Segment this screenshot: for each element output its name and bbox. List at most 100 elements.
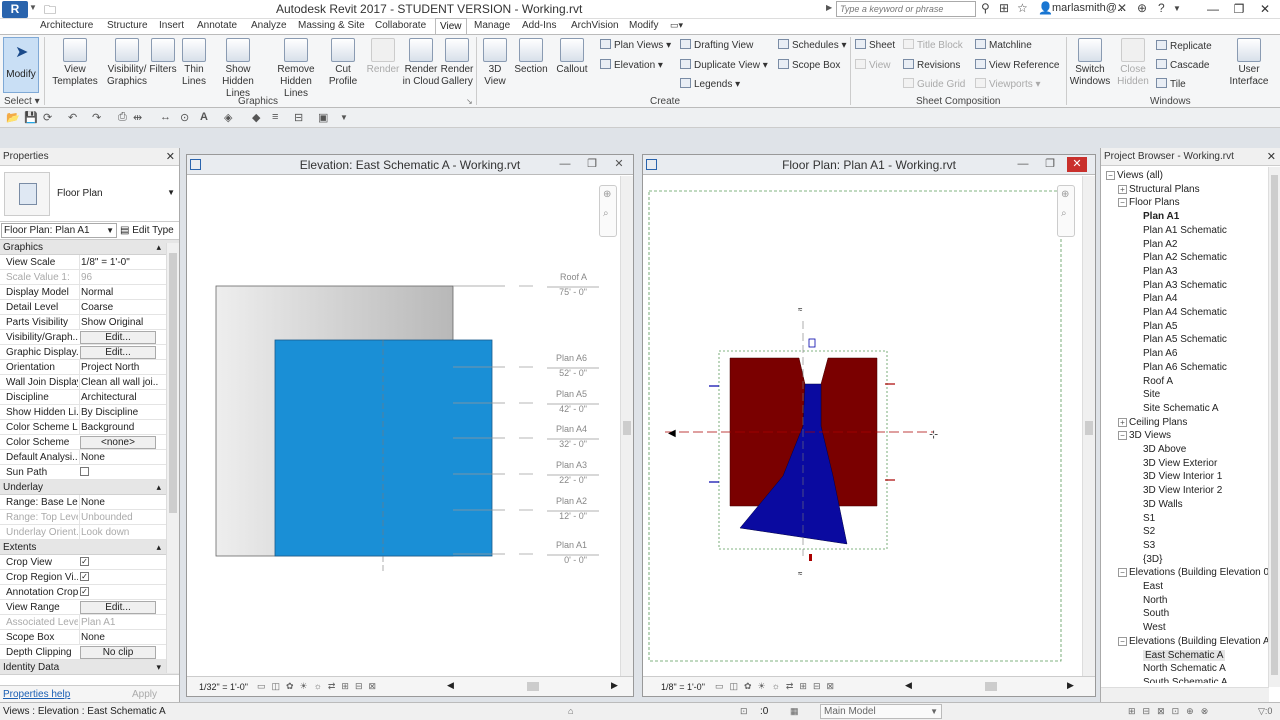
navigation-bar[interactable]: ⊕ ⌕ bbox=[1057, 185, 1075, 237]
collapse-icon[interactable]: ▾ bbox=[156, 660, 161, 675]
save-icon[interactable]: 💾 bbox=[24, 111, 38, 124]
browser-item[interactable]: Plan A1 Schematic bbox=[1143, 225, 1227, 236]
collapse-icon[interactable]: − bbox=[1118, 568, 1127, 578]
browser-item[interactable]: Plan A6 bbox=[1143, 348, 1177, 359]
tab-collaborate[interactable]: Collaborate bbox=[375, 20, 426, 31]
zoom-icon[interactable]: ⌕ bbox=[603, 208, 609, 219]
cut-profile-button[interactable]: Cut Profile bbox=[326, 38, 360, 88]
property-edit-button[interactable]: Edit... bbox=[80, 331, 156, 344]
browser-item[interactable]: − Floor Plans bbox=[1118, 197, 1180, 208]
default-3d-icon[interactable]: ◈ bbox=[224, 111, 232, 124]
remove-hidden-lines-button[interactable]: Remove Hidden Lines bbox=[268, 38, 324, 100]
property-edit-button[interactable]: Edit... bbox=[80, 346, 156, 359]
browser-item[interactable]: North Schematic A bbox=[1143, 663, 1226, 674]
browser-item[interactable]: Plan A5 Schematic bbox=[1143, 334, 1227, 345]
browser-item[interactable]: {3D} bbox=[1143, 554, 1162, 565]
browser-item[interactable]: Plan A2 Schematic bbox=[1143, 252, 1227, 263]
chevron-down-icon[interactable]: ▼ bbox=[29, 3, 37, 12]
plan-views-button[interactable]: Plan Views ▾ bbox=[600, 39, 671, 51]
scroll-right-icon[interactable]: ▶ bbox=[1067, 680, 1074, 691]
nav-wheel-icon[interactable]: ⊕ bbox=[603, 189, 611, 200]
minimize-button[interactable]: — bbox=[1200, 0, 1226, 18]
app-menu-button[interactable]: R bbox=[2, 1, 28, 18]
chevron-down-icon[interactable]: ▼ bbox=[167, 188, 175, 197]
tab-add-ins[interactable]: Add-Ins bbox=[522, 20, 556, 31]
tile-button[interactable]: Tile bbox=[1156, 78, 1186, 90]
navigation-bar[interactable]: ⊕ ⌕ bbox=[599, 185, 617, 237]
tab-modify[interactable]: Modify bbox=[629, 20, 658, 31]
property-value[interactable]: Normal bbox=[79, 285, 158, 299]
tab-view[interactable]: View bbox=[435, 18, 467, 34]
property-row[interactable]: Discipline Architectural bbox=[0, 390, 179, 405]
browser-item[interactable]: − Elevations (Building Elevation A bbox=[1118, 636, 1269, 647]
browser-item[interactable]: East Schematic A bbox=[1143, 649, 1226, 661]
property-value[interactable]: Plan A1 bbox=[79, 615, 158, 629]
property-value[interactable]: 1/8" = 1'-0" bbox=[79, 255, 158, 269]
scrollbar[interactable] bbox=[166, 243, 179, 673]
panel-launcher-icon[interactable]: ↘ bbox=[466, 97, 473, 106]
browser-item[interactable]: − Views (all) bbox=[1106, 170, 1163, 181]
tab-structure[interactable]: Structure bbox=[107, 20, 148, 31]
thin-lines-icon[interactable]: ≡ bbox=[272, 111, 278, 123]
scrollbar-thumb[interactable] bbox=[623, 421, 631, 435]
browser-item[interactable]: Plan A3 bbox=[1143, 266, 1177, 277]
browser-item[interactable]: Plan A1 bbox=[1143, 211, 1179, 222]
customize-icon[interactable]: ▼ bbox=[340, 113, 348, 122]
property-row[interactable]: Scope Box None bbox=[0, 630, 179, 645]
browser-item[interactable]: East bbox=[1143, 581, 1163, 592]
view-scale[interactable]: 1/32" = 1'-0" bbox=[199, 682, 248, 692]
sheet-button[interactable]: Sheet bbox=[855, 39, 895, 51]
property-row[interactable]: Wall Join Display Clean all wall joi... bbox=[0, 375, 179, 390]
scrollbar-thumb[interactable] bbox=[527, 682, 539, 691]
binoculars-icon[interactable]: ⚲ bbox=[981, 1, 990, 15]
nav-wheel-icon[interactable]: ⊕ bbox=[1061, 189, 1069, 200]
property-section[interactable]: Underlay ▴ bbox=[0, 480, 179, 495]
expand-icon[interactable]: + bbox=[1118, 184, 1127, 194]
browser-item[interactable]: 3D View Exterior bbox=[1143, 458, 1217, 469]
property-row[interactable]: Color Scheme <none> bbox=[0, 435, 179, 450]
legends-button[interactable]: Legends ▾ bbox=[680, 78, 740, 90]
tab-insert[interactable]: Insert bbox=[159, 20, 184, 31]
ribbon-options-icon[interactable]: ▭▾ bbox=[670, 20, 683, 31]
browser-item[interactable]: 3D Walls bbox=[1143, 499, 1183, 510]
chevron-down-icon[interactable]: ▼ bbox=[1173, 4, 1181, 13]
cascade-button[interactable]: Cascade bbox=[1156, 59, 1209, 71]
vertical-scrollbar[interactable] bbox=[620, 176, 633, 676]
filters-button[interactable]: Filters bbox=[148, 38, 178, 76]
property-value[interactable]: Unbounded bbox=[79, 510, 158, 524]
property-value[interactable]: Look down bbox=[79, 525, 158, 539]
property-row[interactable]: Show Hidden Li... By Discipline bbox=[0, 405, 179, 420]
property-row[interactable]: Display Model Normal bbox=[0, 285, 179, 300]
browser-item[interactable]: Roof A bbox=[1143, 376, 1173, 387]
view-reference-button[interactable]: View Reference bbox=[975, 59, 1059, 71]
viewports-button[interactable]: Viewports ▾ bbox=[975, 78, 1041, 90]
close-icon[interactable]: ✕ bbox=[1267, 148, 1276, 166]
property-checkbox[interactable]: ✓ bbox=[80, 572, 89, 581]
property-row[interactable]: Default Analysi... None bbox=[0, 450, 179, 465]
minimize-button[interactable]: — bbox=[1013, 157, 1033, 172]
property-edit-button[interactable]: No clip bbox=[80, 646, 156, 659]
minimize-button[interactable]: — bbox=[555, 157, 575, 172]
username[interactable]: marlasmith@... bbox=[1052, 2, 1126, 14]
title-block-button[interactable]: Title Block bbox=[903, 39, 963, 51]
editing-requests-icon[interactable]: ⊡ bbox=[740, 706, 748, 717]
property-value[interactable]: None bbox=[79, 495, 158, 509]
filter-icon[interactable]: ▽:0 bbox=[1258, 706, 1272, 717]
browser-item[interactable]: Plan A5 bbox=[1143, 321, 1177, 332]
3d-view-button[interactable]: 3D View bbox=[481, 38, 509, 88]
property-section[interactable]: Identity Data ▾ bbox=[0, 660, 179, 675]
property-row[interactable]: Range: Base Le...None bbox=[0, 495, 179, 510]
scrollbar-thumb[interactable] bbox=[1271, 175, 1278, 675]
property-checkbox[interactable]: ✓ bbox=[80, 587, 89, 596]
collapse-icon[interactable]: − bbox=[1118, 636, 1127, 646]
scroll-left-icon[interactable]: ◀ bbox=[905, 680, 912, 691]
drafting-view-button[interactable]: Drafting View bbox=[680, 39, 753, 51]
browser-item[interactable]: − Elevations (Building Elevation 0 bbox=[1118, 567, 1269, 578]
property-row[interactable]: Annotation Crop ✓ bbox=[0, 585, 179, 600]
browser-item[interactable]: S1 bbox=[1143, 513, 1155, 524]
browser-item[interactable]: S2 bbox=[1143, 526, 1155, 537]
browser-item[interactable]: −3D Views bbox=[1118, 430, 1171, 441]
plan-view-window[interactable]: Floor Plan: Plan A1 - Working.rvt — ❐ ✕ … bbox=[642, 154, 1096, 697]
browser-item[interactable]: Site bbox=[1143, 389, 1160, 400]
instance-selector[interactable]: Floor Plan: Plan A1 ▼ bbox=[1, 223, 117, 238]
